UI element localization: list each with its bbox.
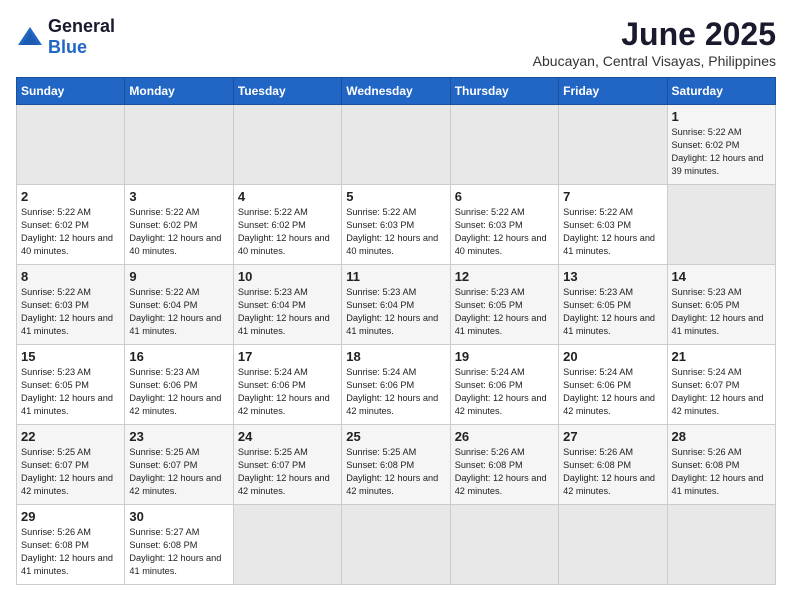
calendar-cell-day-28: 28Sunrise: 5:26 AMSunset: 6:08 PMDayligh… — [667, 425, 775, 505]
logo-icon — [16, 23, 44, 51]
calendar-cell-day-8: 8Sunrise: 5:22 AMSunset: 6:03 PMDaylight… — [17, 265, 125, 345]
calendar-cell-day-5: 5Sunrise: 5:22 AMSunset: 6:03 PMDaylight… — [342, 185, 450, 265]
calendar-cell-empty — [233, 505, 341, 585]
header-cell-sunday: Sunday — [17, 78, 125, 105]
calendar-cell-empty — [667, 505, 775, 585]
calendar-cell-day-24: 24Sunrise: 5:25 AMSunset: 6:07 PMDayligh… — [233, 425, 341, 505]
logo-general: General — [48, 16, 115, 36]
month-title: June 2025 — [533, 16, 776, 53]
calendar-table: SundayMondayTuesdayWednesdayThursdayFrid… — [16, 77, 776, 585]
header-cell-saturday: Saturday — [667, 78, 775, 105]
calendar-cell-empty — [559, 505, 667, 585]
calendar-cell-day-19: 19Sunrise: 5:24 AMSunset: 6:06 PMDayligh… — [450, 345, 558, 425]
calendar-week-row: 15Sunrise: 5:23 AMSunset: 6:05 PMDayligh… — [17, 345, 776, 425]
header-cell-tuesday: Tuesday — [233, 78, 341, 105]
calendar-cell-empty — [342, 505, 450, 585]
header-cell-wednesday: Wednesday — [342, 78, 450, 105]
calendar-cell-day-10: 10Sunrise: 5:23 AMSunset: 6:04 PMDayligh… — [233, 265, 341, 345]
calendar-cell-day-13: 13Sunrise: 5:23 AMSunset: 6:05 PMDayligh… — [559, 265, 667, 345]
calendar-cell-day-11: 11Sunrise: 5:23 AMSunset: 6:04 PMDayligh… — [342, 265, 450, 345]
location-title: Abucayan, Central Visayas, Philippines — [533, 53, 776, 69]
page-header: General Blue June 2025 Abucayan, Central… — [16, 16, 776, 69]
calendar-cell-day-22: 22Sunrise: 5:25 AMSunset: 6:07 PMDayligh… — [17, 425, 125, 505]
logo: General Blue — [16, 16, 115, 58]
calendar-cell-day-3: 3Sunrise: 5:22 AMSunset: 6:02 PMDaylight… — [125, 185, 233, 265]
calendar-cell-empty — [17, 105, 125, 185]
calendar-cell-day-12: 12Sunrise: 5:23 AMSunset: 6:05 PMDayligh… — [450, 265, 558, 345]
calendar-cell-empty — [450, 505, 558, 585]
calendar-cell-day-17: 17Sunrise: 5:24 AMSunset: 6:06 PMDayligh… — [233, 345, 341, 425]
calendar-cell-day-16: 16Sunrise: 5:23 AMSunset: 6:06 PMDayligh… — [125, 345, 233, 425]
calendar-cell-day-25: 25Sunrise: 5:25 AMSunset: 6:08 PMDayligh… — [342, 425, 450, 505]
logo-blue: Blue — [48, 37, 87, 57]
calendar-cell-day-14: 14Sunrise: 5:23 AMSunset: 6:05 PMDayligh… — [667, 265, 775, 345]
calendar-header-row: SundayMondayTuesdayWednesdayThursdayFrid… — [17, 78, 776, 105]
calendar-week-row: 22Sunrise: 5:25 AMSunset: 6:07 PMDayligh… — [17, 425, 776, 505]
calendar-cell-day-1: 1Sunrise: 5:22 AMSunset: 6:02 PMDaylight… — [667, 105, 775, 185]
calendar-cell-day-27: 27Sunrise: 5:26 AMSunset: 6:08 PMDayligh… — [559, 425, 667, 505]
calendar-cell-day-29: 29Sunrise: 5:26 AMSunset: 6:08 PMDayligh… — [17, 505, 125, 585]
logo-text: General Blue — [48, 16, 115, 58]
calendar-cell-day-15: 15Sunrise: 5:23 AMSunset: 6:05 PMDayligh… — [17, 345, 125, 425]
calendar-cell-empty — [125, 105, 233, 185]
calendar-cell-empty — [233, 105, 341, 185]
calendar-cell-day-23: 23Sunrise: 5:25 AMSunset: 6:07 PMDayligh… — [125, 425, 233, 505]
calendar-cell-empty — [342, 105, 450, 185]
calendar-week-row: 1Sunrise: 5:22 AMSunset: 6:02 PMDaylight… — [17, 105, 776, 185]
calendar-cell-day-20: 20Sunrise: 5:24 AMSunset: 6:06 PMDayligh… — [559, 345, 667, 425]
title-block: June 2025 Abucayan, Central Visayas, Phi… — [533, 16, 776, 69]
calendar-week-row: 8Sunrise: 5:22 AMSunset: 6:03 PMDaylight… — [17, 265, 776, 345]
calendar-week-row: 29Sunrise: 5:26 AMSunset: 6:08 PMDayligh… — [17, 505, 776, 585]
header-cell-thursday: Thursday — [450, 78, 558, 105]
calendar-cell-day-30: 30Sunrise: 5:27 AMSunset: 6:08 PMDayligh… — [125, 505, 233, 585]
calendar-cell-day-26: 26Sunrise: 5:26 AMSunset: 6:08 PMDayligh… — [450, 425, 558, 505]
calendar-cell-day-4: 4Sunrise: 5:22 AMSunset: 6:02 PMDaylight… — [233, 185, 341, 265]
calendar-cell-day-9: 9Sunrise: 5:22 AMSunset: 6:04 PMDaylight… — [125, 265, 233, 345]
calendar-cell-empty — [667, 185, 775, 265]
header-cell-monday: Monday — [125, 78, 233, 105]
calendar-cell-day-21: 21Sunrise: 5:24 AMSunset: 6:07 PMDayligh… — [667, 345, 775, 425]
calendar-cell-day-2: 2Sunrise: 5:22 AMSunset: 6:02 PMDaylight… — [17, 185, 125, 265]
calendar-cell-day-6: 6Sunrise: 5:22 AMSunset: 6:03 PMDaylight… — [450, 185, 558, 265]
calendar-cell-day-7: 7Sunrise: 5:22 AMSunset: 6:03 PMDaylight… — [559, 185, 667, 265]
calendar-cell-empty — [450, 105, 558, 185]
calendar-cell-empty — [559, 105, 667, 185]
calendar-cell-day-18: 18Sunrise: 5:24 AMSunset: 6:06 PMDayligh… — [342, 345, 450, 425]
calendar-week-row: 2Sunrise: 5:22 AMSunset: 6:02 PMDaylight… — [17, 185, 776, 265]
header-cell-friday: Friday — [559, 78, 667, 105]
calendar-body: 1Sunrise: 5:22 AMSunset: 6:02 PMDaylight… — [17, 105, 776, 585]
